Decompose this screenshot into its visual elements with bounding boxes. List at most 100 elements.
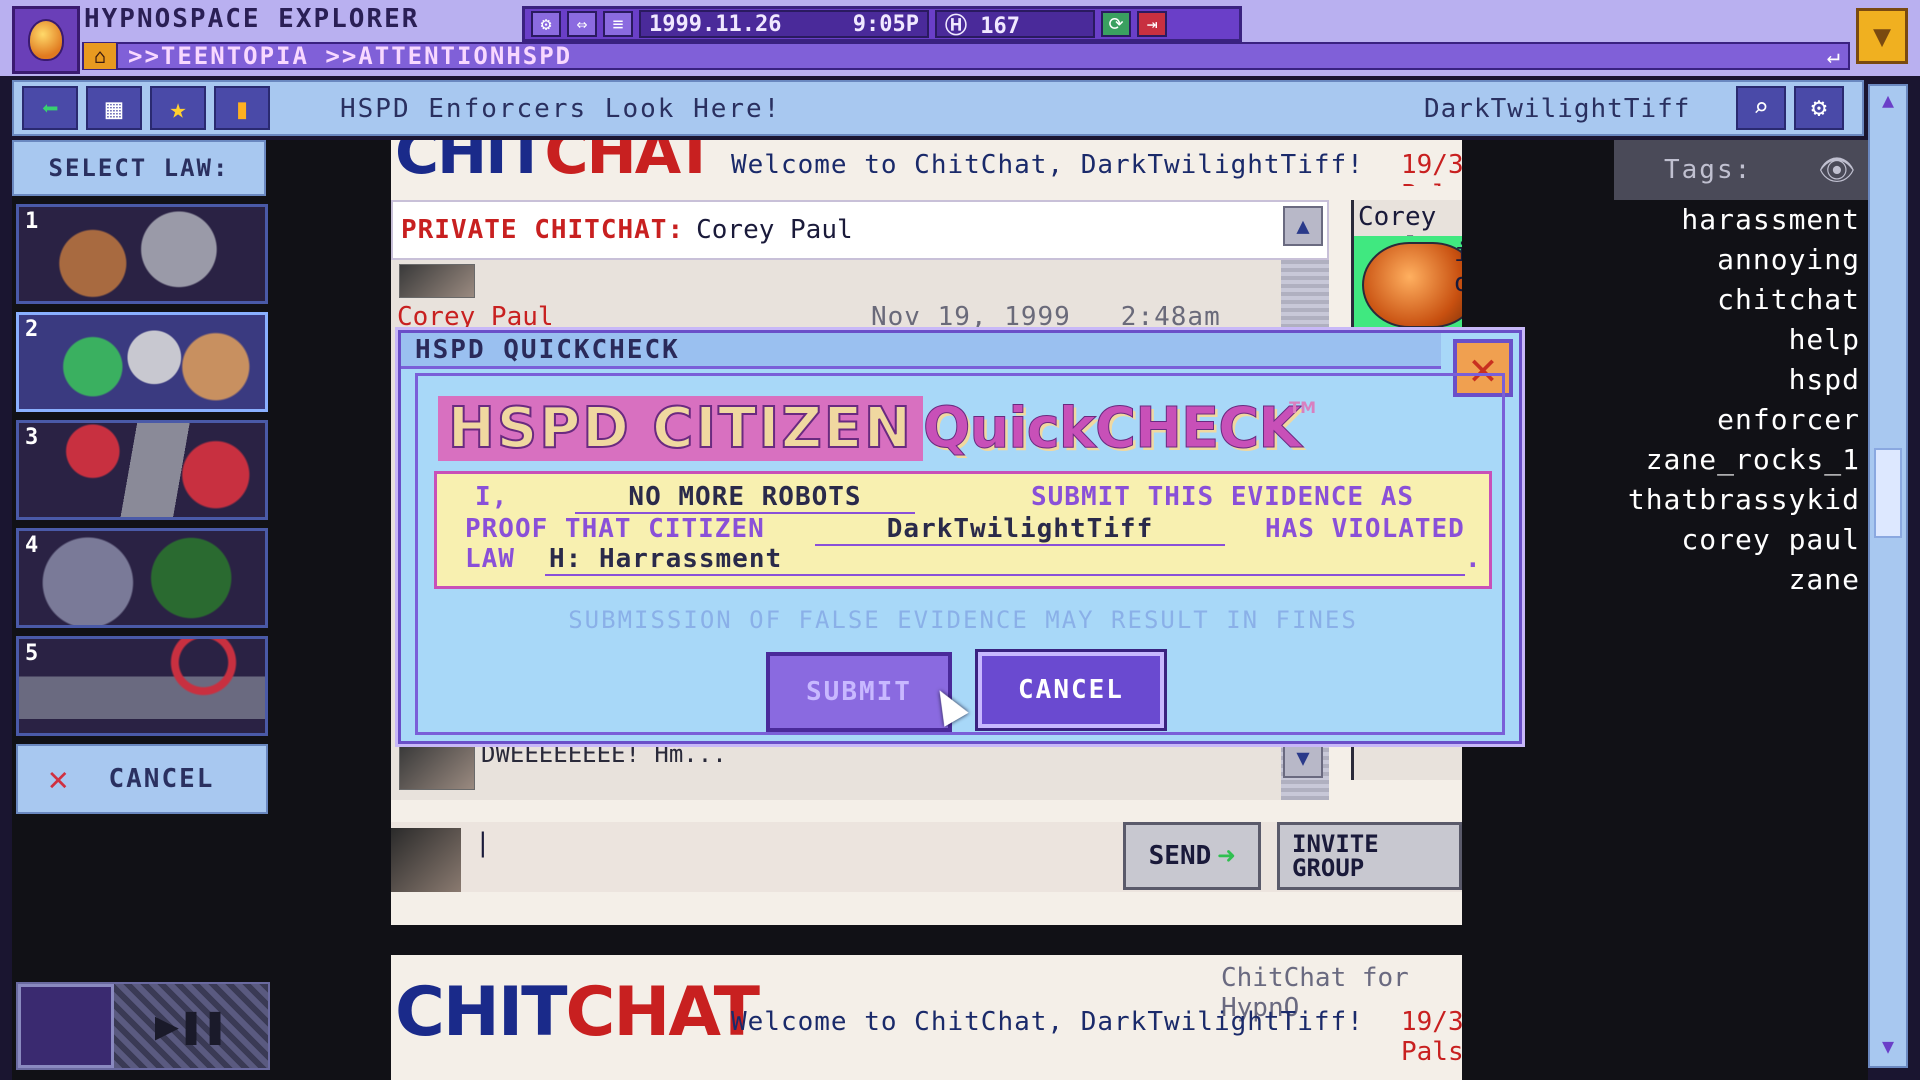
menu-icon[interactable]: ≡: [603, 11, 633, 37]
law-card-1[interactable]: 1: [16, 204, 268, 304]
arrow-right-icon: ➜: [1217, 838, 1236, 874]
status-strip: ⚙ ⇔ ≡ 1999.11.26 9:05P Ⓗ 167 ⟳ ⇥: [522, 6, 1242, 42]
avatar: [399, 746, 475, 790]
quickcheck-dialog: HSPD QUICKCHECK ✕ HSPD CITIZEN QuickCHEC…: [398, 330, 1522, 744]
tags-panel: Tags: 👁 harassment annoying chitchat hel…: [1610, 140, 1868, 1080]
tag-item[interactable]: zane: [1628, 560, 1860, 600]
evidence-form: I, NO MORE ROBOTS SUBMIT THIS EVIDENCE A…: [434, 471, 1492, 589]
form-line-1: I, NO MORE ROBOTS SUBMIT THIS EVIDENCE A…: [465, 482, 1475, 514]
private-chat-header: PRIVATE CHITCHAT: Corey Paul: [391, 200, 1329, 260]
return-icon[interactable]: ↵: [1827, 44, 1840, 69]
banner-quickcheck: QuickCHECK: [922, 395, 1302, 461]
search-icon[interactable]: ⌕: [1736, 86, 1786, 130]
private-chat-name: Corey Paul: [696, 215, 853, 245]
invite-group-button[interactable]: INVITE GROUP: [1277, 822, 1462, 890]
star-icon[interactable]: ★: [150, 86, 206, 130]
close-icon: ✕: [48, 759, 69, 799]
eye-icon[interactable]: 👁: [1818, 153, 1856, 188]
nav-bar: ⬅ ▦ ★ ▮ HSPD Enforcers Look Here! DarkTw…: [12, 80, 1864, 136]
static-noise-icon[interactable]: ▦: [86, 86, 142, 130]
avatar: [391, 828, 461, 892]
banner-trademark: TM: [1289, 398, 1316, 417]
form-i-label: I,: [475, 482, 509, 512]
scroll-down-icon[interactable]: ▼: [1283, 738, 1323, 778]
date-text: 1999.11.26: [649, 11, 782, 37]
tag-item[interactable]: chitchat: [1628, 280, 1860, 320]
false-evidence-warning: SUBMISSION OF FALSE EVIDENCE MAY RESULT …: [568, 606, 1358, 634]
message-author[interactable]: Corey Paul: [397, 302, 554, 332]
address-bar[interactable]: ⌂ >>TEENTOPIA >>ATTENTIONHSPD ↵: [82, 42, 1850, 70]
page-scrollbar[interactable]: ▲ ▼: [1868, 84, 1908, 1068]
welcome-text: Welcome to ChitChat, DarkTwilightTiff!: [731, 1007, 1364, 1037]
resize-icon[interactable]: ⇔: [567, 11, 597, 37]
tags-header: Tags: 👁: [1614, 140, 1868, 200]
law-number: 1: [25, 209, 39, 234]
cancel-button[interactable]: CANCEL: [975, 649, 1167, 731]
tag-item[interactable]: hspd: [1628, 360, 1860, 400]
tag-item[interactable]: harassment: [1628, 200, 1860, 240]
submit-button[interactable]: SUBMIT: [766, 652, 952, 732]
stop-button[interactable]: [18, 984, 114, 1068]
law-card-4[interactable]: 4: [16, 528, 268, 628]
tag-item[interactable]: zane_rocks_1: [1628, 440, 1860, 480]
hypnospace-logo-icon[interactable]: [12, 6, 80, 74]
law-card-5[interactable]: 5: [16, 636, 268, 736]
law-cancel-label: CANCEL: [108, 764, 215, 794]
gear-icon[interactable]: ⚙: [531, 11, 561, 37]
dialog-titlebar[interactable]: HSPD QUICKCHECK: [401, 333, 1441, 369]
media-player: ▶❚❚: [16, 982, 270, 1070]
title-bar: HYPNOSPACE EXPLORER ⚙ ⇔ ≡ 1999.11.26 9:0…: [0, 0, 1920, 76]
form-proof-text: PROOF THAT CITIZEN: [465, 514, 765, 544]
law-cancel-button[interactable]: ✕ CANCEL: [16, 744, 268, 814]
banner-hspd-citizen: HSPD CITIZEN: [438, 395, 923, 462]
page-title: HSPD Enforcers Look Here!: [340, 94, 782, 124]
law-3-illustration: [19, 423, 265, 517]
law-panel: SELECT LAW: 1 2 3 4 5 ✕ CANCEL ▶❚❚: [12, 140, 270, 1080]
law-2-illustration: [19, 315, 265, 409]
form-violated-text: HAS VIOLATED: [1265, 514, 1465, 544]
scroll-up-icon[interactable]: ▲: [1283, 206, 1323, 246]
tag-list: harassment annoying chitchat help hspd e…: [1628, 200, 1860, 600]
tag-item[interactable]: annoying: [1628, 240, 1860, 280]
welcome-text: Welcome to ChitChat, DarkTwilightTiff!: [731, 150, 1364, 180]
law-card-3[interactable]: 3: [16, 420, 268, 520]
scrollbar-thumb[interactable]: [1874, 448, 1902, 538]
tag-item[interactable]: thatbrassykid: [1628, 480, 1860, 520]
minimize-button[interactable]: ▼: [1856, 8, 1908, 64]
form-line-2: PROOF THAT CITIZEN DarkTwilightTiff HAS …: [465, 514, 1475, 546]
send-button[interactable]: SEND ➜: [1123, 822, 1261, 890]
back-arrow-icon[interactable]: ⬅: [22, 86, 78, 130]
citizen-name-field: NO MORE ROBOTS: [575, 482, 915, 514]
message-time: Nov 19, 1999 _ 2:48am: [871, 302, 1221, 332]
refresh-icon[interactable]: ⟳: [1101, 11, 1131, 37]
app-title: HYPNOSPACE EXPLORER: [84, 4, 420, 34]
home-icon[interactable]: ⌂: [84, 43, 118, 69]
exit-icon[interactable]: ⇥: [1137, 11, 1167, 37]
law-number: 3: [25, 425, 39, 450]
chat-input[interactable]: |: [475, 828, 491, 858]
tag-item[interactable]: help: [1628, 320, 1860, 360]
law-number: 4: [25, 533, 39, 558]
scroll-up-icon[interactable]: ▲: [1872, 88, 1904, 118]
form-law-label: LAW: [465, 544, 515, 574]
play-pause-icon[interactable]: ▶❚❚: [114, 984, 268, 1068]
avatar: [399, 264, 475, 298]
law-number: 5: [25, 641, 39, 666]
law-field: H: Harrassment: [545, 544, 1465, 576]
dialog-body: HSPD CITIZEN QuickCHECK TM I, NO MORE RO…: [415, 373, 1505, 735]
message-text: DWEEEEEEEE! Hm...: [481, 740, 727, 768]
form-line-3: LAW H: Harrassment .: [465, 544, 1481, 576]
law-4-illustration: [19, 531, 265, 625]
violator-field: DarkTwilightTiff: [815, 514, 1225, 546]
datetime-display: 1999.11.26 9:05P: [639, 10, 929, 38]
law-panel-header: SELECT LAW:: [12, 140, 266, 196]
law-1-illustration: [19, 207, 265, 301]
tag-item[interactable]: enforcer: [1628, 400, 1860, 440]
settings-icon[interactable]: ⚙: [1794, 86, 1844, 130]
chitchat-logo: CHITCHAT: [395, 973, 760, 1052]
scroll-down-icon[interactable]: ▼: [1872, 1034, 1904, 1064]
chitchat-logo: CHITCHAT: [395, 140, 715, 186]
tag-item[interactable]: corey paul: [1628, 520, 1860, 560]
law-card-2[interactable]: 2: [16, 312, 268, 412]
hspd-badge-icon[interactable]: ▮: [214, 86, 270, 130]
